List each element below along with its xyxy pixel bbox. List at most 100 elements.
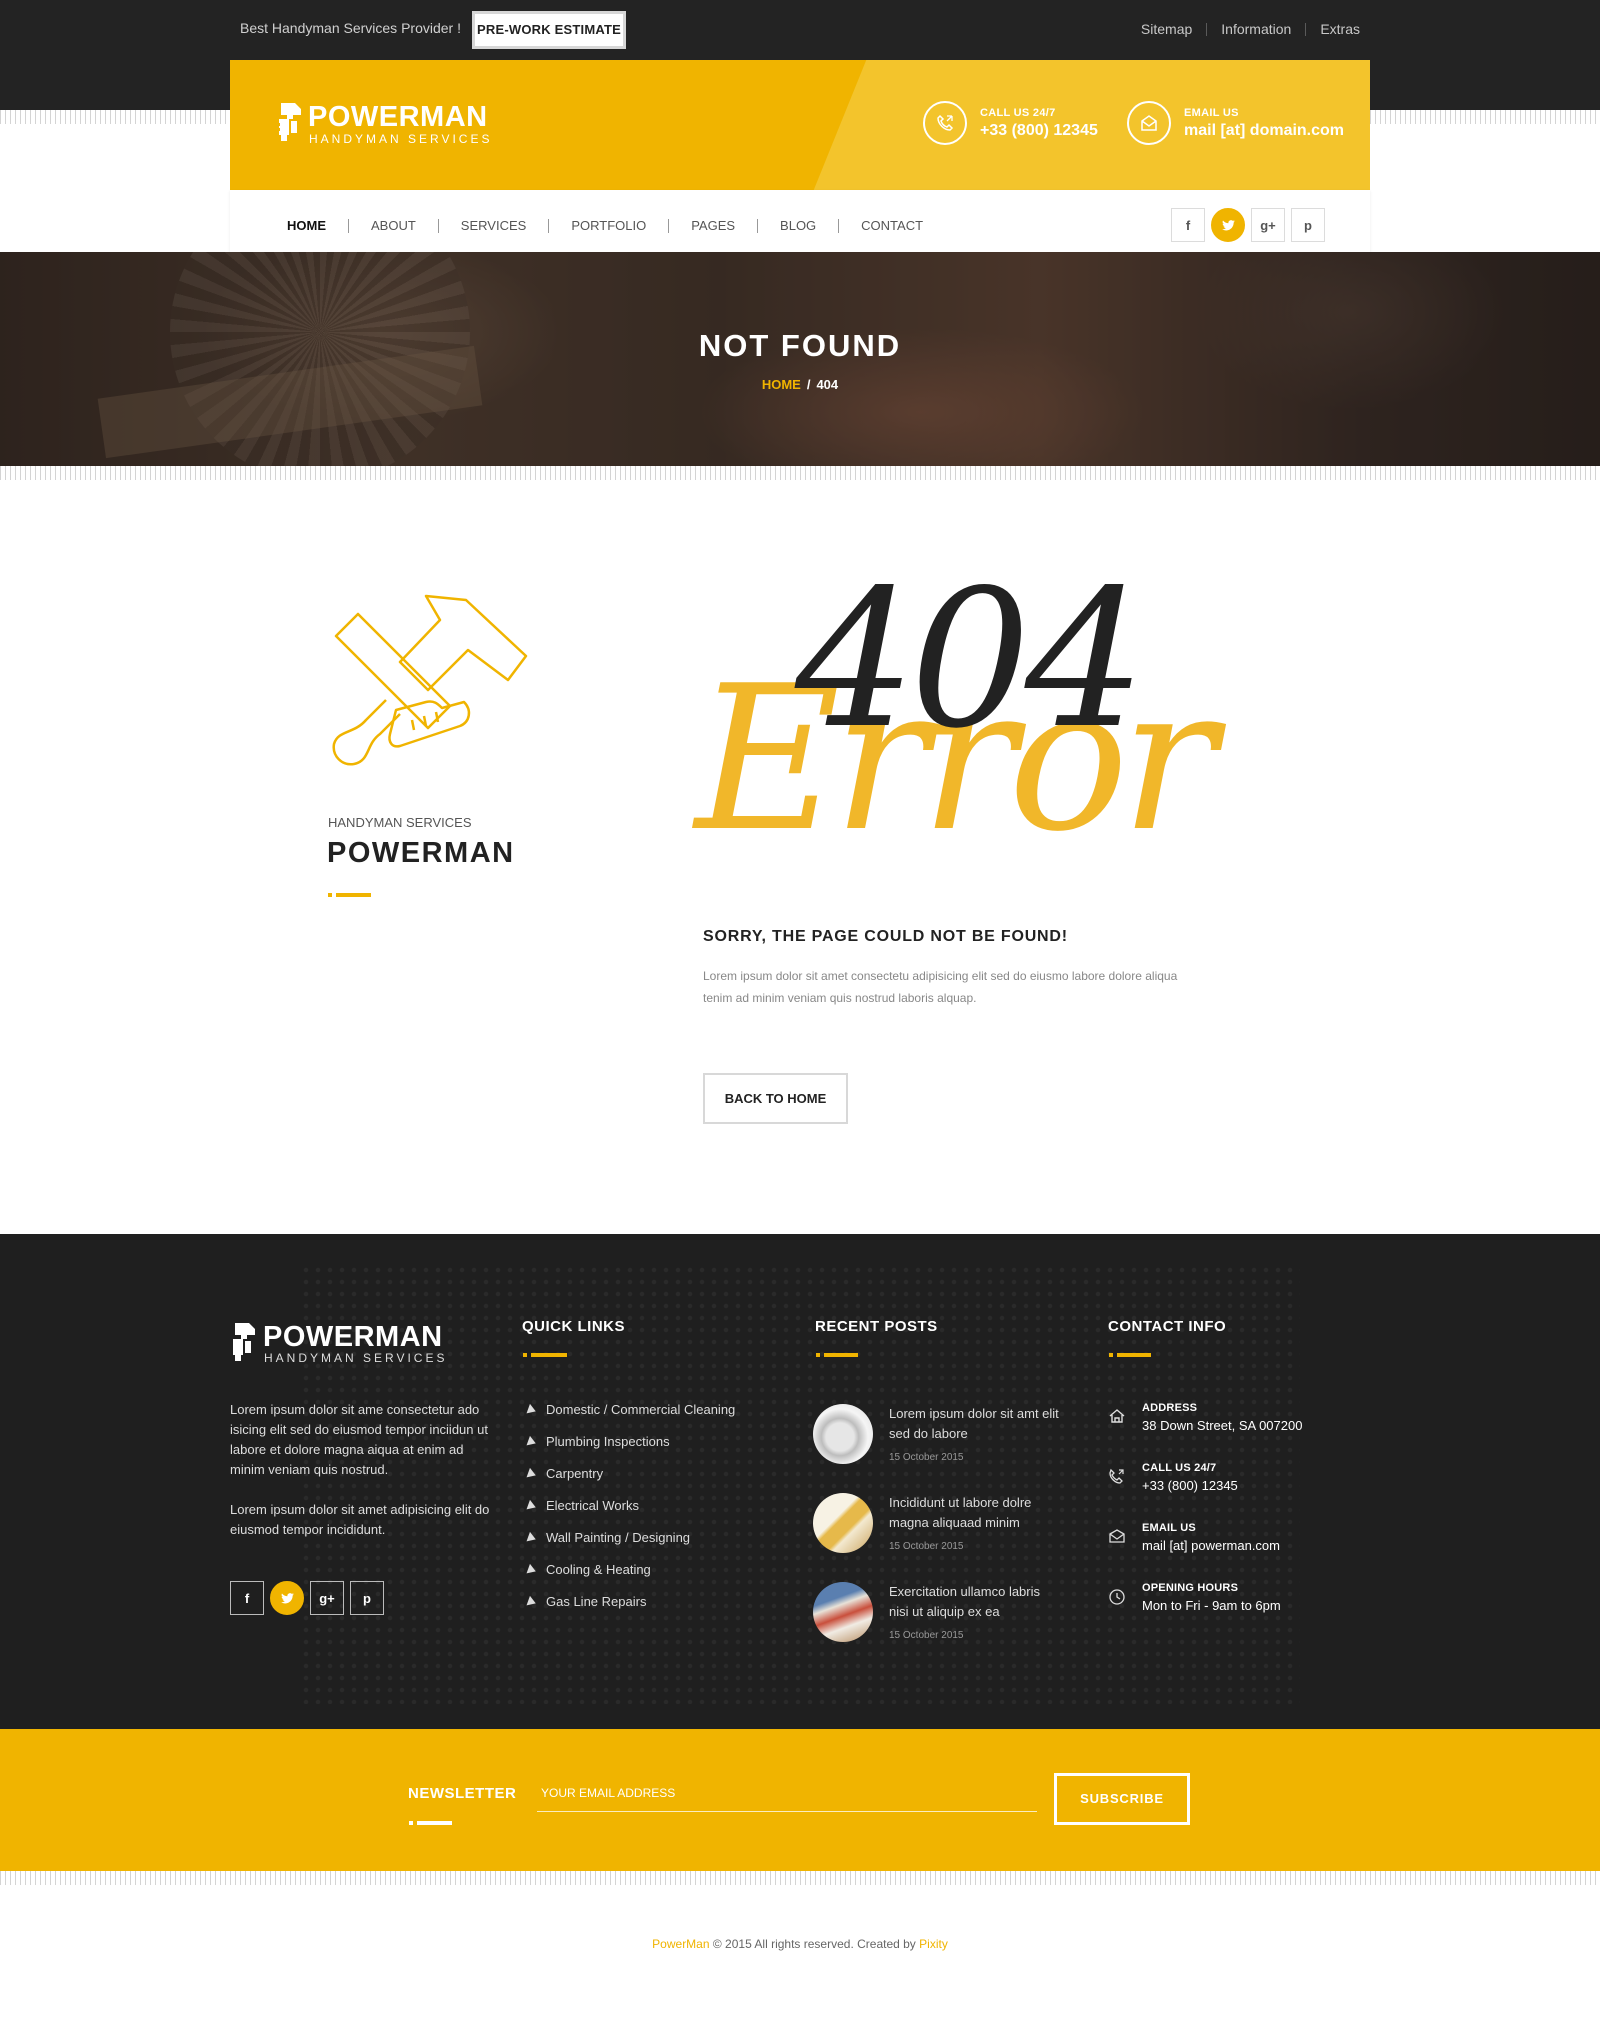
quick-link-label: Cooling & Heating: [546, 1562, 651, 1577]
site-footer: [0, 1234, 1600, 1729]
underline-dot: [409, 1821, 413, 1825]
contact-value[interactable]: +33 (800) 12345: [1142, 1478, 1238, 1493]
copyright-author[interactable]: Pixity: [919, 1937, 948, 1951]
nav-item-services[interactable]: SERVICES: [439, 218, 549, 233]
pinterest-icon[interactable]: p: [350, 1581, 384, 1615]
copyright-brand[interactable]: PowerMan: [652, 1937, 709, 1951]
quick-link[interactable]: Domestic / Commercial Cleaning: [526, 1402, 736, 1417]
nav-item-about[interactable]: ABOUT: [349, 218, 438, 233]
tools-icon: [332, 594, 528, 766]
recent-post[interactable]: Exercitation ullamco labris nisi ut aliq…: [813, 1582, 1059, 1642]
breadcrumb-current: 404: [816, 377, 839, 392]
post-title[interactable]: Incididunt ut labore dolre magna aliquaa…: [889, 1493, 1059, 1533]
call-value[interactable]: +33 (800) 12345: [980, 122, 1098, 140]
nav-item-blog[interactable]: BLOG: [758, 218, 838, 233]
copyright: PowerMan © 2015 All rights reserved. Cre…: [0, 1937, 1600, 1951]
contact-value[interactable]: mail [at] powerman.com: [1142, 1538, 1280, 1553]
logo-icon[interactable]: [275, 101, 305, 143]
footer-logo-wordmark[interactable]: POWERMAN: [263, 1321, 443, 1354]
logo-wordmark[interactable]: POWERMAN: [308, 101, 488, 134]
recent-posts-title: RECENT POSTS: [815, 1318, 938, 1335]
decorative-ruler: [0, 466, 1600, 480]
contact-label: OPENING HOURS: [1142, 1582, 1239, 1594]
contact-address: ADDRESS 38 Down Street, SA 007200: [1108, 1402, 1302, 1433]
nav-item-contact[interactable]: CONTACT: [839, 218, 945, 233]
underline: [531, 1353, 567, 1357]
back-to-home-button[interactable]: BACK TO HOME: [703, 1073, 848, 1124]
twitter-icon[interactable]: [270, 1581, 304, 1615]
home-icon: [1108, 1408, 1130, 1433]
footer-social-links: f g+ p: [230, 1581, 384, 1615]
nav-item-pages[interactable]: PAGES: [669, 218, 757, 233]
arrow-icon: [526, 1595, 538, 1608]
recent-post[interactable]: Incididunt ut labore dolre magna aliquaa…: [813, 1493, 1059, 1553]
extras-link[interactable]: Extras: [1320, 21, 1360, 37]
facebook-icon[interactable]: f: [1171, 208, 1205, 242]
breadcrumb-home[interactable]: HOME: [762, 377, 801, 392]
nav-item-home[interactable]: HOME: [275, 218, 348, 233]
post-title[interactable]: Exercitation ullamco labris nisi ut aliq…: [889, 1582, 1059, 1622]
quick-link-label: Domestic / Commercial Cleaning: [546, 1402, 736, 1417]
pinterest-icon[interactable]: p: [1291, 208, 1325, 242]
breadcrumb-separator: /: [806, 377, 811, 392]
arrow-icon: [526, 1403, 538, 1416]
call-label: CALL US 24/7: [980, 106, 1056, 119]
contact-hours: OPENING HOURS Mon to Fri - 9am to 6pm: [1108, 1582, 1281, 1613]
quick-link[interactable]: Plumbing Inspections: [526, 1434, 670, 1449]
phone-icon: [923, 101, 967, 145]
twitter-icon[interactable]: [1211, 208, 1245, 242]
phone-icon: [1108, 1468, 1130, 1493]
quick-link-label: Plumbing Inspections: [546, 1434, 670, 1449]
underline: [824, 1353, 858, 1357]
recent-post[interactable]: Lorem ipsum dolor sit amt elit sed do la…: [813, 1404, 1059, 1464]
underline: [1117, 1353, 1151, 1357]
arrow-icon: [526, 1563, 538, 1576]
facebook-icon[interactable]: f: [230, 1581, 264, 1615]
quick-link[interactable]: Carpentry: [526, 1466, 604, 1481]
underline: [417, 1821, 452, 1825]
post-date: 15 October 2015: [889, 1541, 964, 1552]
post-thumbnail: [813, 1493, 873, 1553]
sitemap-link[interactable]: Sitemap: [1141, 21, 1192, 37]
quick-link-label: Carpentry: [546, 1466, 604, 1481]
newsletter-email-input[interactable]: [537, 1775, 1037, 1812]
nav-item-portfolio[interactable]: PORTFOLIO: [549, 218, 668, 233]
post-date: 15 October 2015: [889, 1452, 964, 1463]
pre-work-estimate-button[interactable]: PRE-WORK ESTIMATE: [472, 11, 626, 49]
subscribe-button[interactable]: SUBSCRIBE: [1054, 1773, 1190, 1825]
footer-about-text: Lorem ipsum dolor sit ame consectetur ad…: [230, 1402, 488, 1477]
page-title: NOT FOUND: [698, 328, 902, 363]
header-email: EMAIL US mail [at] domain.com: [1127, 101, 1344, 145]
email-value[interactable]: mail [at] domain.com: [1184, 122, 1344, 140]
contact-info-title: CONTACT INFO: [1108, 1318, 1227, 1335]
footer-logo-subtitle: HANDYMAN SERVICES: [264, 1351, 448, 1365]
arrow-icon: [526, 1435, 538, 1448]
mail-icon: [1127, 101, 1171, 145]
google-plus-icon[interactable]: g+: [1251, 208, 1285, 242]
contact-label: EMAIL US: [1142, 1522, 1196, 1534]
contact-value: 38 Down Street, SA 007200: [1142, 1418, 1303, 1433]
contact-value: Mon to Fri - 9am to 6pm: [1142, 1598, 1281, 1613]
quick-link-label: Wall Painting / Designing: [546, 1530, 691, 1545]
quick-link[interactable]: Cooling & Heating: [526, 1562, 651, 1577]
post-title[interactable]: Lorem ipsum dolor sit amt elit sed do la…: [889, 1404, 1059, 1444]
google-plus-icon[interactable]: g+: [310, 1581, 344, 1615]
error-description: Lorem ipsum dolor sit amet consectetu ad…: [703, 969, 1178, 1005]
quick-link[interactable]: Gas Line Repairs: [526, 1594, 646, 1609]
contact-label: CALL US 24/7: [1142, 1462, 1217, 1474]
post-date: 15 October 2015: [889, 1630, 964, 1641]
footer-logo-icon[interactable]: [229, 1321, 259, 1363]
underline: [336, 893, 371, 897]
quick-link[interactable]: Electrical Works: [526, 1498, 639, 1513]
quick-link[interactable]: Wall Painting / Designing: [526, 1530, 691, 1545]
newsletter-label: NEWSLETTER: [408, 1785, 517, 1802]
clock-icon: [1108, 1588, 1130, 1613]
underline-dot: [816, 1353, 820, 1357]
brand-name: POWERMAN: [327, 837, 515, 869]
logo-subtitle: HANDYMAN SERVICES: [309, 132, 493, 146]
underline-dot: [1109, 1353, 1113, 1357]
contact-label: ADDRESS: [1142, 1402, 1198, 1414]
information-link[interactable]: Information: [1221, 21, 1291, 37]
divider: [1206, 22, 1208, 36]
footer-about-text-2: Lorem ipsum dolor sit amet adipisicing e…: [230, 1502, 490, 1537]
